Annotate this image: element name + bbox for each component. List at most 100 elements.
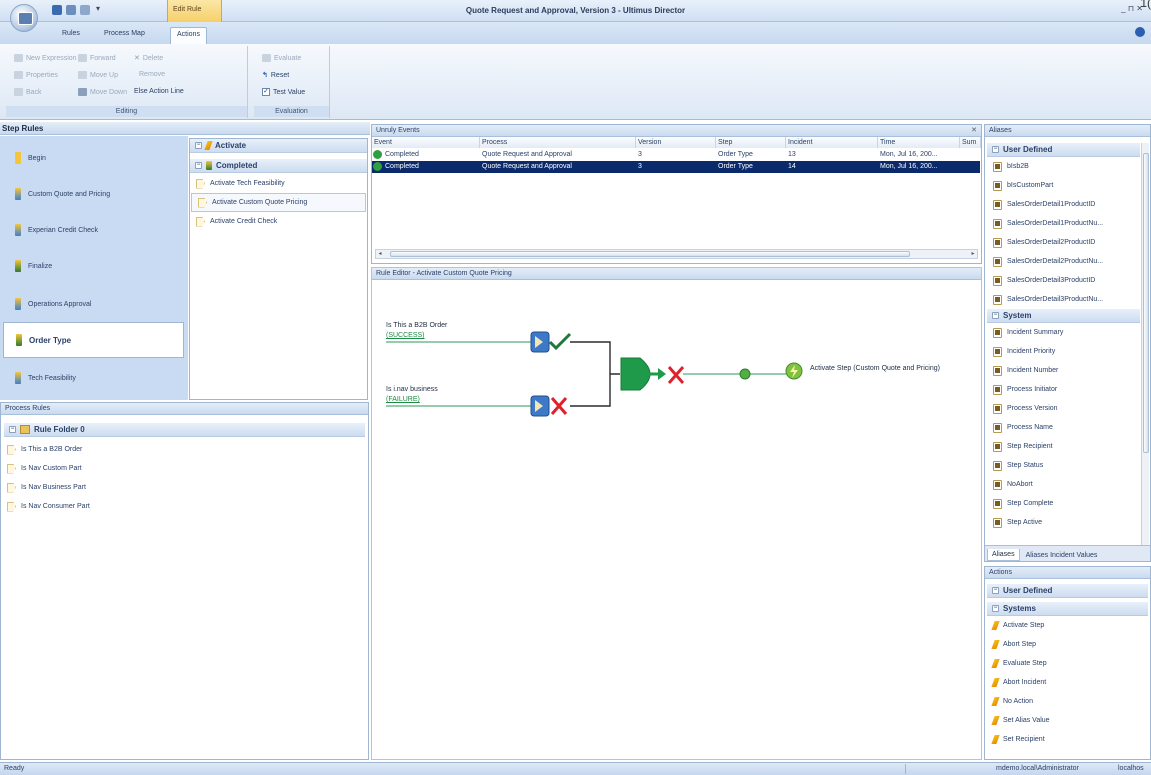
move-down-button[interactable]: Move Down <box>78 88 127 96</box>
alias-item[interactable]: Process Name <box>987 418 1140 437</box>
event-activate[interactable]: − Activate <box>190 139 367 153</box>
action-label[interactable]: Activate Step (Custom Quote and Pricing) <box>810 365 950 373</box>
scrollbar-thumb[interactable] <box>390 251 910 257</box>
help-icon[interactable] <box>1135 27 1145 37</box>
column-event[interactable]: Event <box>372 137 480 148</box>
scrollbar-thumb[interactable] <box>1143 153 1149 453</box>
alias-item[interactable]: bIsCustomPart <box>987 176 1140 195</box>
step-begin[interactable]: Begin <box>3 140 184 176</box>
collapse-icon[interactable]: − <box>195 162 202 169</box>
column-step[interactable]: Step <box>716 137 786 148</box>
back-button[interactable]: Back <box>14 88 42 96</box>
forward-button[interactable]: Forward <box>78 54 116 62</box>
alias-item[interactable]: Step Complete <box>987 494 1140 513</box>
evaluate-button[interactable]: Evaluate <box>262 54 301 62</box>
app-window: ▾ Edit Rule Quote Request and Approval, … <box>0 0 1151 775</box>
actions-user-defined-section[interactable]: − User Defined <box>987 584 1148 598</box>
tab-actions[interactable]: Actions <box>170 27 207 44</box>
alias-item[interactable]: SalesOrderDetail1ProductNu... <box>987 214 1140 233</box>
collapse-icon[interactable]: − <box>992 146 999 153</box>
process-rule-item[interactable]: Is Nav Consumer Part <box>1 497 368 516</box>
lightning-icon <box>991 678 1000 687</box>
process-rule-item[interactable]: Is Nav Business Part <box>1 478 368 497</box>
alias-item[interactable]: Step Status <box>987 456 1140 475</box>
aliases-user-defined-section[interactable]: − User Defined <box>987 143 1140 157</box>
else-action-line-button[interactable]: Else Action Line <box>134 88 184 95</box>
column-sum[interactable]: Sum <box>960 137 981 148</box>
horizontal-scrollbar[interactable]: ◂ ▸ <box>375 249 978 259</box>
alias-icon <box>993 237 1002 248</box>
column-time[interactable]: Time <box>878 137 960 148</box>
step-experian-credit-check[interactable]: Experian Credit Check <box>3 212 184 248</box>
action-item[interactable]: No Action <box>987 692 1148 711</box>
aliases-system-section[interactable]: − System <box>987 309 1140 323</box>
process-rule-item[interactable]: Is Nav Custom Part <box>1 459 368 478</box>
collapse-icon[interactable]: − <box>992 312 999 319</box>
action-item[interactable]: Activate Step <box>987 616 1148 635</box>
event-completed[interactable]: − Completed <box>190 159 367 173</box>
scroll-right-icon[interactable]: ▸ <box>969 250 977 258</box>
action-item[interactable]: Abort Incident <box>987 673 1148 692</box>
collapse-icon[interactable]: − <box>992 587 999 594</box>
reset-button[interactable]: ↰ Reset <box>262 71 289 80</box>
scroll-left-icon[interactable]: ◂ <box>376 250 384 258</box>
vertical-scrollbar[interactable] <box>1141 143 1149 545</box>
alias-icon <box>993 479 1002 490</box>
alias-item[interactable]: Process Initiator <box>987 380 1140 399</box>
action-item[interactable]: Evaluate Step <box>987 654 1148 673</box>
action-item[interactable]: Set Recipient <box>987 730 1148 749</box>
tab-rules[interactable]: Rules <box>56 27 86 44</box>
move-up-button[interactable]: Move Up <box>78 71 118 79</box>
rule-item-selected[interactable]: Activate Custom Quote Pricing <box>191 193 366 212</box>
alias-item[interactable]: Step Recipient <box>987 437 1140 456</box>
action-item[interactable]: Set Alias Value <box>987 711 1148 730</box>
collapse-icon[interactable]: − <box>992 605 999 612</box>
step-tech-feasibility[interactable]: Tech Feasibility <box>3 360 184 396</box>
rule-folder[interactable]: − Rule Folder 0 <box>4 423 365 437</box>
test-value-checkbox[interactable]: ✓ <box>262 88 270 96</box>
alias-item[interactable]: NoAbort <box>987 475 1140 494</box>
condition-2-result[interactable]: (FAILURE) <box>386 396 420 403</box>
alias-item[interactable]: Step Active <box>987 513 1140 532</box>
alias-item[interactable]: Incident Number <box>987 361 1140 380</box>
step-custom-quote-and-pricing[interactable]: Custom Quote and Pricing <box>3 176 184 212</box>
condition-1-result[interactable]: (SUCCESS) <box>386 332 425 339</box>
column-version[interactable]: Version <box>636 137 716 148</box>
column-incident[interactable]: Incident <box>786 137 878 148</box>
action-item[interactable]: Abort Step <box>987 635 1148 654</box>
alias-item[interactable]: SalesOrderDetail2ProductID <box>987 233 1140 252</box>
collapse-icon[interactable]: − <box>9 426 16 433</box>
step-finalize[interactable]: Finalize <box>3 248 184 284</box>
delete-button[interactable]: ✕ Delete <box>134 54 163 63</box>
close-icon[interactable]: ✕ <box>971 125 977 137</box>
tab-aliases[interactable]: Aliases <box>987 549 1020 561</box>
column-process[interactable]: Process <box>480 137 636 148</box>
alias-item[interactable]: SalesOrderDetail3ProductID <box>987 271 1140 290</box>
new-expression-button[interactable]: New Expression <box>14 54 77 62</box>
alias-item[interactable]: Incident Priority <box>987 342 1140 361</box>
rule-item[interactable]: Activate Tech Feasibility <box>190 174 367 193</box>
remove-button[interactable]: Remove <box>139 71 165 78</box>
alias-item[interactable]: Process Version <box>987 399 1140 418</box>
properties-button[interactable]: Properties <box>14 71 58 79</box>
alias-item[interactable]: Incident Summary <box>987 323 1140 342</box>
rule-item[interactable]: Activate Credit Check <box>190 212 367 231</box>
table-row-selected[interactable]: Completed Quote Request and Approval 3 O… <box>372 161 980 173</box>
alias-item[interactable]: SalesOrderDetail1ProductID <box>987 195 1140 214</box>
actions-systems-section[interactable]: − Systems <box>987 602 1148 616</box>
tab-process-map[interactable]: Process Map <box>98 27 151 44</box>
condition-2-label[interactable]: Is i.nav business <box>386 386 438 393</box>
alias-item[interactable]: SalesOrderDetail2ProductNu... <box>987 252 1140 271</box>
process-rule-item[interactable]: Is This a B2B Order <box>1 440 368 459</box>
alias-icon <box>993 218 1002 229</box>
application-menu-button[interactable] <box>10 4 38 32</box>
collapse-icon[interactable]: − <box>195 142 202 149</box>
step-order-type[interactable]: Order Type <box>3 322 184 358</box>
alias-item[interactable]: bIsb2B <box>987 157 1140 176</box>
alias-item[interactable]: SalesOrderDetail3ProductNu... <box>987 290 1140 309</box>
step-operations-approval[interactable]: Operations Approval <box>3 286 184 322</box>
tab-aliases-incident-values[interactable]: Aliases Incident Values <box>1022 550 1102 561</box>
test-value-button[interactable]: ✓ Test Value <box>262 88 305 96</box>
table-row[interactable]: Completed Quote Request and Approval 3 O… <box>372 149 980 161</box>
condition-1-label[interactable]: Is This a B2B Order <box>386 322 447 329</box>
